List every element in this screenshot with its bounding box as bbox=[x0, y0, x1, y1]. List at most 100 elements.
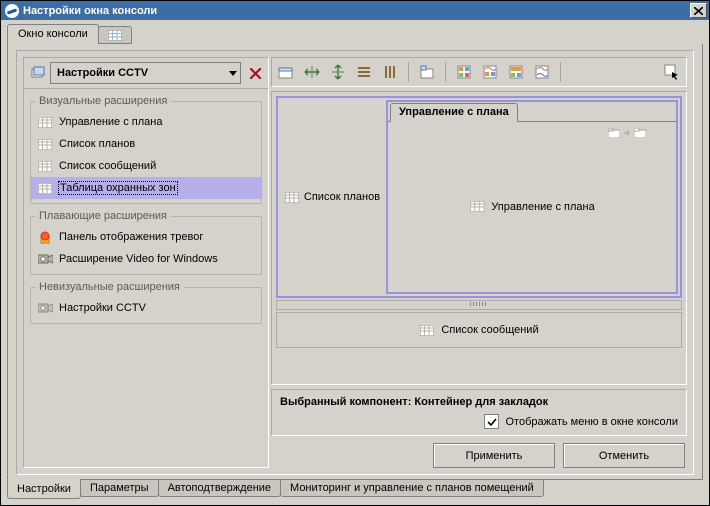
separator bbox=[445, 62, 446, 82]
window: Настройки окна консоли Окно консоли bbox=[0, 0, 710, 506]
item-label: Управление с плана bbox=[59, 116, 162, 128]
tool-palette-4[interactable] bbox=[532, 62, 552, 82]
pane-left[interactable]: Список планов bbox=[278, 98, 386, 296]
info-block: Выбранный компонент: Контейнер для закла… bbox=[271, 389, 687, 436]
cols-icon bbox=[383, 65, 397, 79]
arrow-right-icon bbox=[623, 129, 631, 137]
grid-icon bbox=[107, 27, 123, 43]
selected-component-value: Контейнер для закладок bbox=[414, 396, 548, 408]
pane-center: Управление с плана bbox=[469, 199, 594, 215]
group-legend: Невизуальные расширения bbox=[35, 281, 184, 293]
pane-tab[interactable]: Управление с плана bbox=[390, 103, 518, 122]
app-icon bbox=[5, 4, 19, 18]
left-column: Настройки CCTV Визуальные расширения bbox=[23, 57, 269, 468]
bottom-tab-monitoring[interactable]: Мониторинг и управление с планов помещен… bbox=[280, 479, 544, 497]
apply-button[interactable]: Применить bbox=[433, 443, 555, 468]
config-select-button[interactable] bbox=[28, 63, 48, 83]
left-toolbar: Настройки CCTV bbox=[24, 58, 268, 88]
mini-tab-icon bbox=[608, 128, 620, 138]
selected-component-line: Выбранный компонент: Контейнер для закла… bbox=[280, 396, 678, 408]
tab-console-window[interactable]: Окно консоли bbox=[7, 24, 99, 44]
item-message-list[interactable]: Список сообщений bbox=[31, 155, 261, 177]
item-label: Список планов bbox=[59, 138, 135, 150]
dropdown-label: Настройки CCTV bbox=[57, 67, 148, 79]
bottom-pane[interactable]: Список сообщений bbox=[276, 312, 682, 348]
item-label: Панель отображения тревог bbox=[59, 231, 203, 243]
item-cctv-settings[interactable]: Настройки CCTV bbox=[31, 297, 261, 319]
left-scroll: Визуальные расширения Управление с плана bbox=[24, 88, 268, 465]
tool-new-window[interactable] bbox=[276, 62, 296, 82]
pane-label: Список планов bbox=[304, 191, 380, 203]
separator bbox=[560, 62, 561, 82]
item-label: Расширение Video for Windows bbox=[59, 253, 218, 265]
split-top[interactable]: Список планов Управление с плана bbox=[276, 96, 682, 298]
item-video-windows[interactable]: Расширение Video for Windows bbox=[31, 248, 261, 270]
swatch-icon bbox=[457, 65, 471, 79]
tool-palette-2[interactable] bbox=[480, 62, 500, 82]
button-label: Отменить bbox=[599, 450, 649, 462]
tab-grid-view[interactable] bbox=[98, 26, 132, 44]
pane-right[interactable]: Управление с плана bbox=[386, 100, 678, 294]
close-icon bbox=[694, 7, 703, 15]
config-dropdown[interactable]: Настройки CCTV bbox=[50, 62, 241, 84]
top-tabs: Окно консоли bbox=[7, 24, 703, 45]
button-label: Применить bbox=[466, 450, 523, 462]
outer-content: Окно консоли bbox=[1, 20, 709, 505]
tab-label: Мониторинг и управление с планов помещен… bbox=[290, 482, 534, 494]
pane-tab-header: Управление с плана bbox=[388, 102, 676, 122]
tool-split-vertical[interactable] bbox=[328, 62, 348, 82]
tool-cols-pane[interactable] bbox=[380, 62, 400, 82]
cursor-box-icon bbox=[664, 64, 680, 80]
tabs-icon bbox=[420, 65, 434, 79]
tool-rows-pane[interactable] bbox=[354, 62, 374, 82]
item-alarm-panel[interactable]: Панель отображения тревог bbox=[31, 226, 261, 248]
swatch-login-icon bbox=[509, 65, 523, 79]
delete-button[interactable] bbox=[246, 64, 264, 82]
titlebar: Настройки окна консоли bbox=[1, 1, 709, 20]
tab-label: Окно консоли bbox=[18, 28, 88, 40]
cancel-button[interactable]: Отменить bbox=[563, 443, 685, 468]
item-zone-table[interactable]: Таблица охранных зон bbox=[31, 177, 261, 199]
table-icon bbox=[37, 158, 53, 174]
close-button[interactable] bbox=[690, 3, 707, 18]
layout-canvas[interactable]: Список планов Управление с плана bbox=[271, 91, 687, 385]
group-floating-extensions: Плавающие расширения Панель отображения … bbox=[30, 210, 262, 275]
pane-label: Список сообщений bbox=[441, 324, 538, 336]
tool-palette-3[interactable] bbox=[506, 62, 526, 82]
show-menu-checkbox[interactable] bbox=[484, 414, 499, 429]
resize-bar[interactable] bbox=[276, 300, 682, 310]
selected-component-prefix: Выбранный компонент: bbox=[280, 396, 414, 408]
item-plan-control[interactable]: Управление с плана bbox=[31, 111, 261, 133]
tab-button-hints bbox=[608, 128, 646, 138]
tool-palette-1[interactable] bbox=[454, 62, 474, 82]
arrow-ud-icon bbox=[331, 64, 345, 80]
item-label: Настройки CCTV bbox=[59, 302, 146, 314]
arrow-lr-icon bbox=[304, 65, 320, 79]
group-legend: Плавающие расширения bbox=[35, 210, 171, 222]
tool-tabs-top[interactable] bbox=[417, 62, 437, 82]
chevron-down-icon bbox=[229, 71, 237, 76]
layout-toolbar bbox=[271, 57, 687, 87]
bottom-tab-autoconfirm[interactable]: Автоподтверждение bbox=[158, 479, 281, 497]
folder-icon bbox=[278, 65, 294, 79]
tab-label: Параметры bbox=[90, 482, 149, 494]
mini-tab-icon bbox=[634, 128, 646, 138]
x-icon bbox=[250, 68, 261, 79]
rows-icon bbox=[357, 65, 371, 79]
button-row: Применить Отменить bbox=[271, 440, 687, 468]
bottom-tab-settings[interactable]: Настройки bbox=[7, 479, 81, 499]
item-label: Таблица охранных зон bbox=[59, 182, 177, 194]
item-label: Список сообщений bbox=[59, 160, 156, 172]
bottom-tab-params[interactable]: Параметры bbox=[80, 479, 159, 497]
table-icon bbox=[37, 114, 53, 130]
layers-icon bbox=[30, 65, 46, 81]
swatch-wave-icon bbox=[483, 65, 497, 79]
camera-icon bbox=[37, 251, 53, 267]
pane-label: Управление с плана bbox=[491, 201, 594, 213]
table-icon bbox=[284, 189, 300, 205]
item-plan-list[interactable]: Список планов bbox=[31, 133, 261, 155]
tool-select-mode[interactable] bbox=[662, 62, 682, 82]
tab-label: Автоподтверждение bbox=[168, 482, 271, 494]
main-panel: Настройки CCTV Визуальные расширения bbox=[7, 44, 703, 480]
tool-split-horizontal[interactable] bbox=[302, 62, 322, 82]
